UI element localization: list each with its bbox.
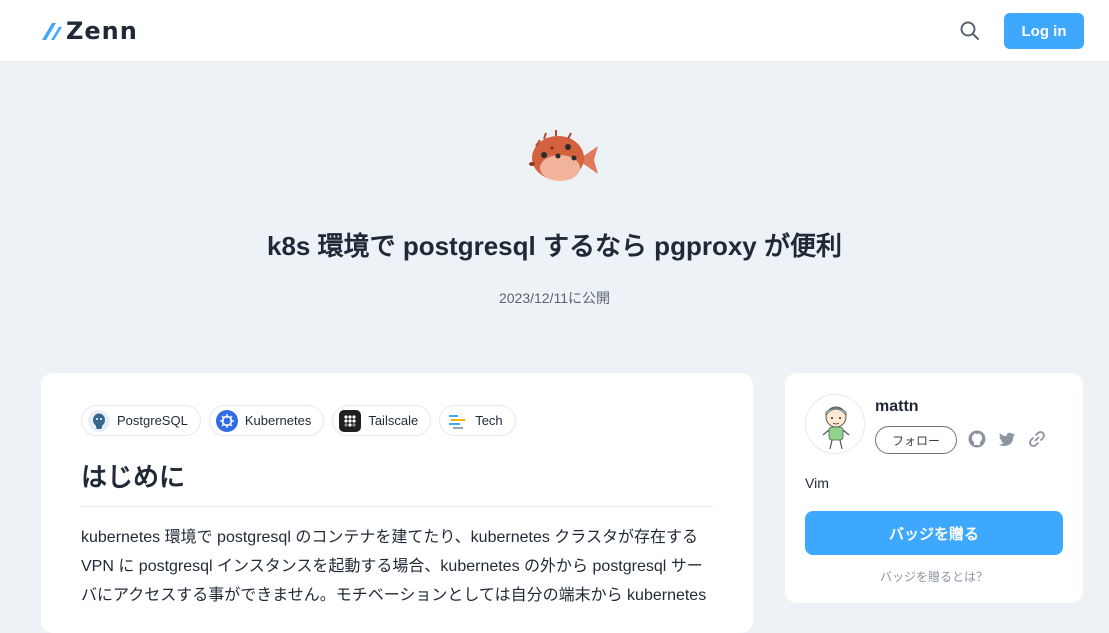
topic-tech[interactable]: Tech [439,405,516,436]
avatar[interactable] [805,394,865,454]
author-name[interactable]: mattn [875,398,919,416]
topic-label: Tailscale [368,413,419,428]
postgresql-icon [88,409,110,432]
avatar-illustration [822,406,850,450]
topic-kubernetes[interactable]: Kubernetes [208,405,325,436]
badge-help-link[interactable]: バッジを贈るとは？ [785,568,1083,585]
tailscale-icon [339,409,362,432]
topic-label: Kubernetes [244,413,312,428]
topic-postgresql[interactable]: PostgreSQL [81,405,201,436]
topic-list: PostgreSQL Kubernetes Tailscale Tech [81,405,516,436]
topic-tailscale[interactable]: Tailscale [332,405,432,436]
topic-label: PostgreSQL [117,413,188,428]
section-heading: はじめに [81,457,713,507]
article-content-card: PostgreSQL Kubernetes Tailscale Tech はじめ… [41,373,753,633]
body-line: バにアクセスする事ができません。モチベーションとしては自分の端末から kuber… [81,587,707,604]
link-icon[interactable] [1026,428,1048,450]
article-title: k8s 環境で postgresql するなら pgproxy が便利 [267,231,842,261]
article-body: kubernetes 環境で postgresql のコンテナを建てたり、kub… [81,523,721,610]
blowfish-emoji-icon [529,130,598,181]
published-date: 2023/12/11に公開 [498,290,611,306]
topic-label: Tech [475,413,503,428]
zenn-logo[interactable]: Zenn [40,17,138,45]
site-header: Zenn Log in [0,0,1109,62]
body-line: kubernetes 環境で postgresql のコンテナを建てたり、kub… [81,529,698,546]
body-line: VPN に postgresql インスタンスを起動する場合、kubernete… [81,558,703,575]
login-button[interactable]: Log in [1004,13,1084,49]
tech-icon [446,409,469,432]
zenn-logo-icon [42,23,62,40]
github-icon[interactable] [966,428,988,450]
author-card: mattn フォロー Vim バッジを贈る バッジを贈るとは？ [785,373,1083,603]
author-bio: Vim [805,475,829,491]
kubernetes-icon [215,409,238,432]
follow-button[interactable]: フォロー [875,426,957,454]
send-badge-button[interactable]: バッジを贈る [805,511,1063,555]
logo-text: Zenn [66,17,138,45]
twitter-icon[interactable] [996,428,1018,450]
search-button[interactable] [957,18,983,44]
search-icon [960,21,979,40]
